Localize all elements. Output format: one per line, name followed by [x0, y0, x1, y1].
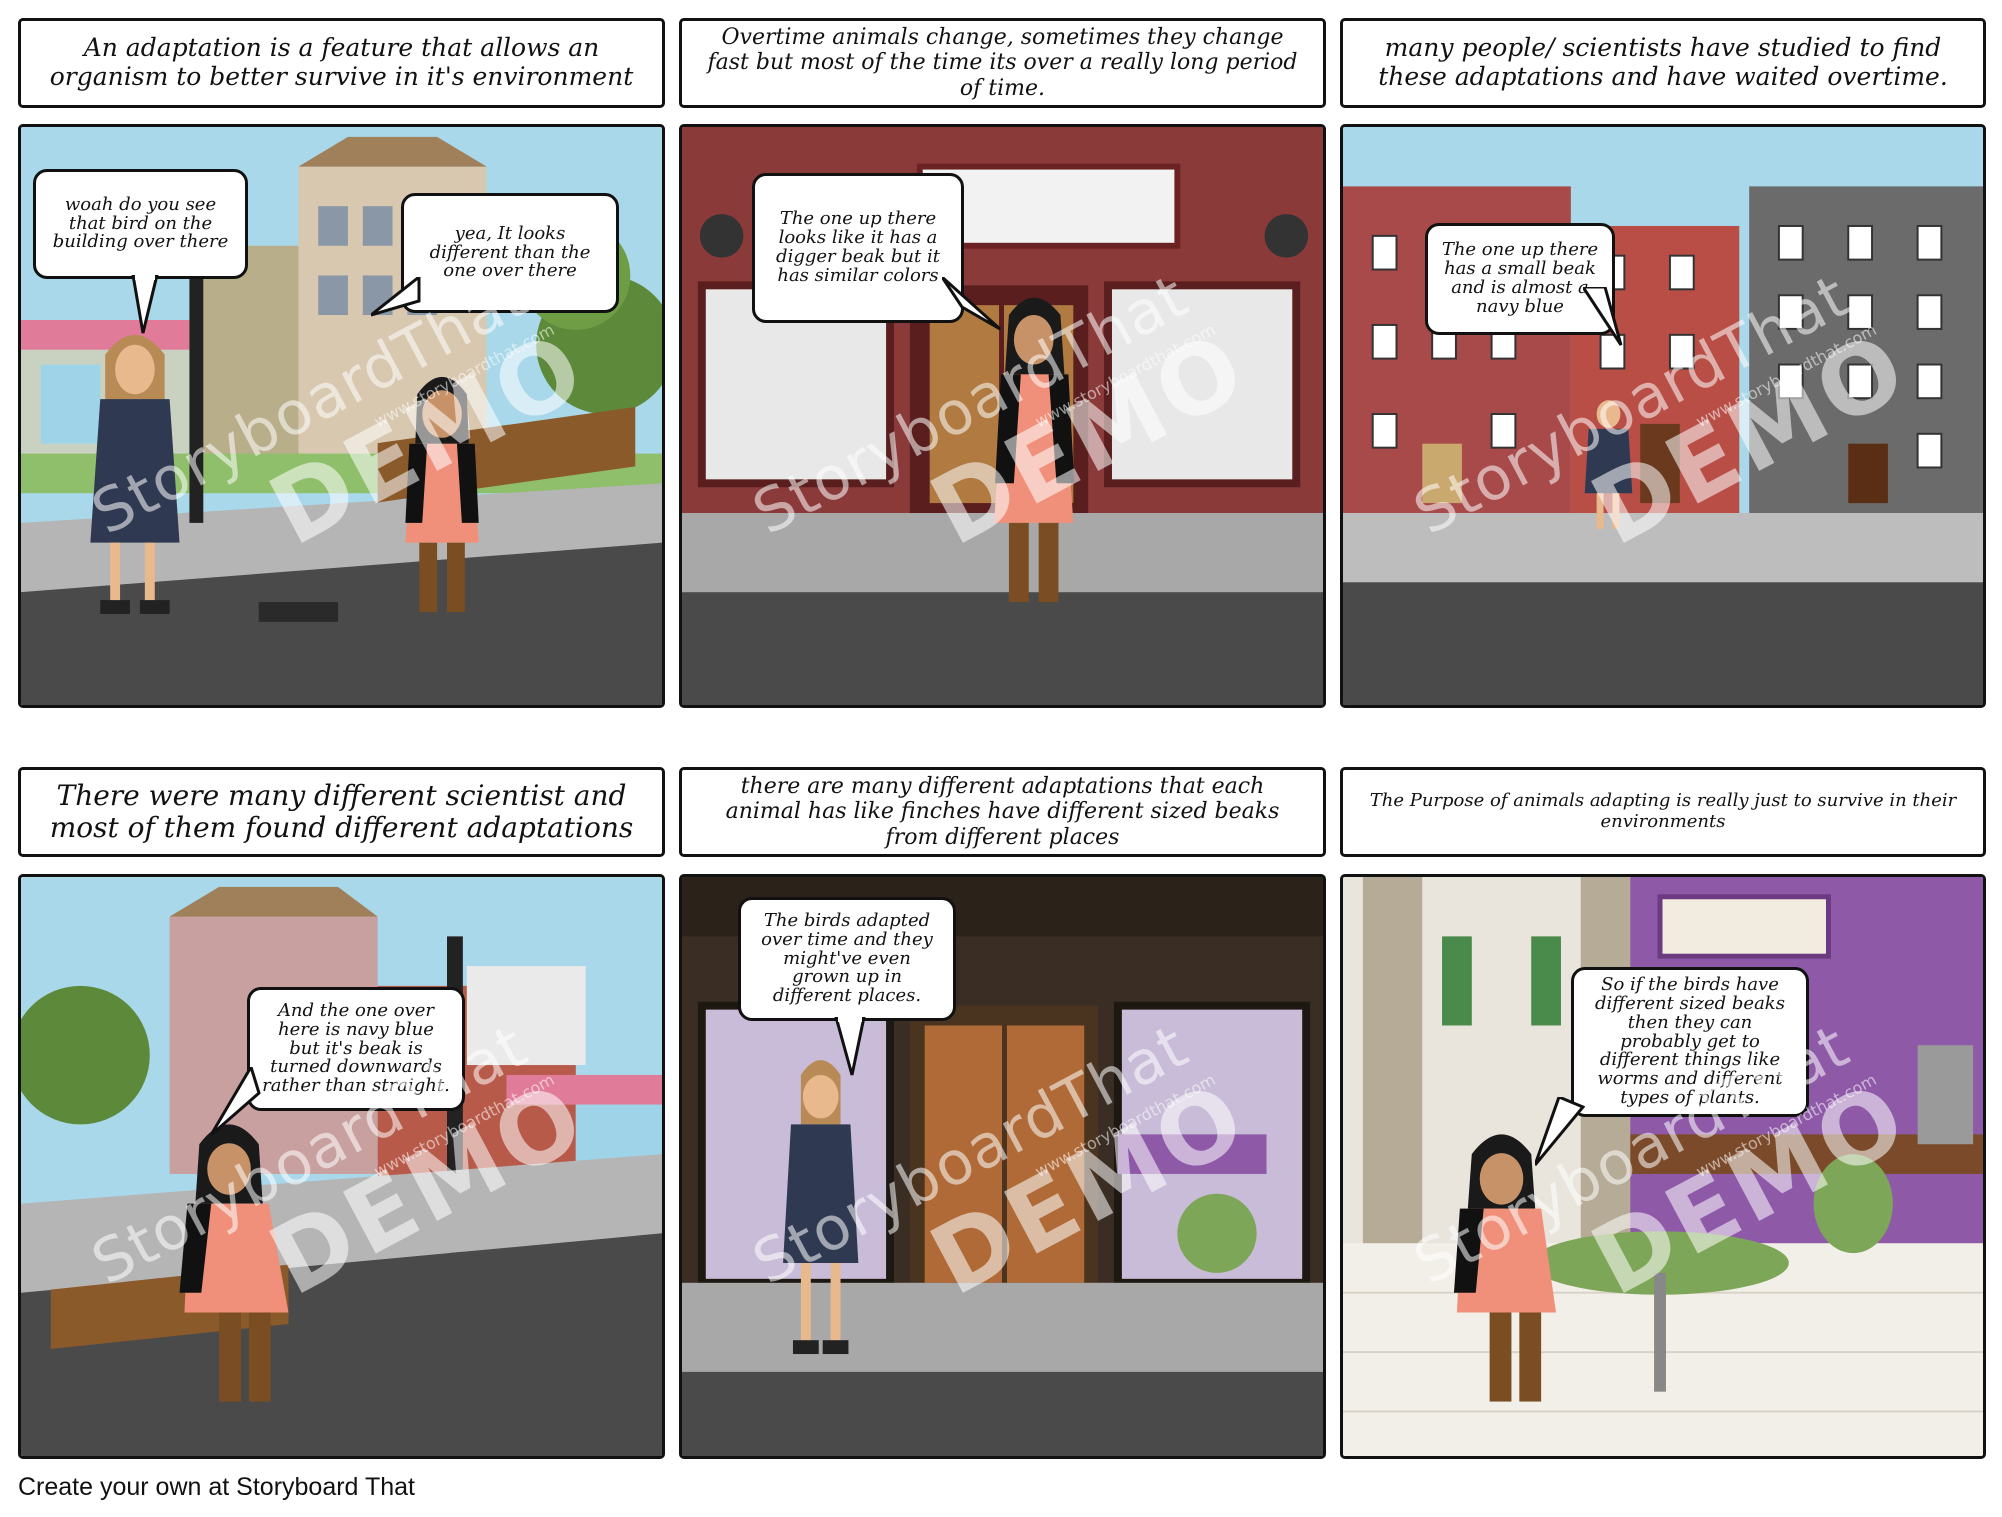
speech-bubble-2: The one up there looks like it has a dig…: [752, 173, 964, 323]
panel-2: The one up there looks like it has a dig…: [679, 124, 1326, 708]
speech-bubble-1a: woah do you see that bird on the buildin…: [33, 169, 248, 279]
speech-bubble-5: The birds adapted over time and they mig…: [738, 897, 956, 1021]
speech-bubble-6: So if the birds have different sized bea…: [1571, 967, 1809, 1117]
caption-5: there are many different adaptations tha…: [679, 767, 1326, 857]
speech-bubble-1b: yea, It looks different than the one ove…: [401, 193, 619, 313]
caption-3: many people/ scientists have studied to …: [1340, 18, 1986, 108]
speech-tail-3: [1583, 287, 1623, 346]
speech-tail-2: [942, 277, 1002, 331]
panel-4: And the one over here is navy blue but i…: [18, 874, 665, 1459]
panel-3: The one up there has a small beak and is…: [1340, 124, 1986, 708]
panel-3-scene: [1343, 127, 1983, 705]
speech-tail-6: [1535, 1097, 1585, 1166]
create-your-own-link[interactable]: Create your own at Storyboard That: [18, 1473, 415, 1502]
speech-tail-1b: [371, 277, 421, 317]
speech-tail-1a: [131, 275, 159, 334]
caption-4: There were many different scientist and …: [18, 767, 665, 857]
panel-1: woah do you see that bird on the buildin…: [18, 124, 665, 708]
caption-6: The Purpose of animals adapting is reall…: [1340, 767, 1986, 857]
speech-tail-5: [834, 1017, 866, 1076]
speech-bubble-4: And the one over here is navy blue but i…: [247, 987, 465, 1111]
panel-6: So if the birds have different sized bea…: [1340, 874, 1986, 1459]
caption-1: An adaptation is a feature that allows a…: [18, 18, 665, 108]
speech-tail-4: [211, 1067, 261, 1137]
panel-5: The birds adapted over time and they mig…: [679, 874, 1326, 1459]
panel-4-scene: [21, 877, 662, 1456]
panel-6-scene: [1343, 877, 1983, 1456]
caption-2: Overtime animals change, sometimes they …: [679, 18, 1326, 108]
